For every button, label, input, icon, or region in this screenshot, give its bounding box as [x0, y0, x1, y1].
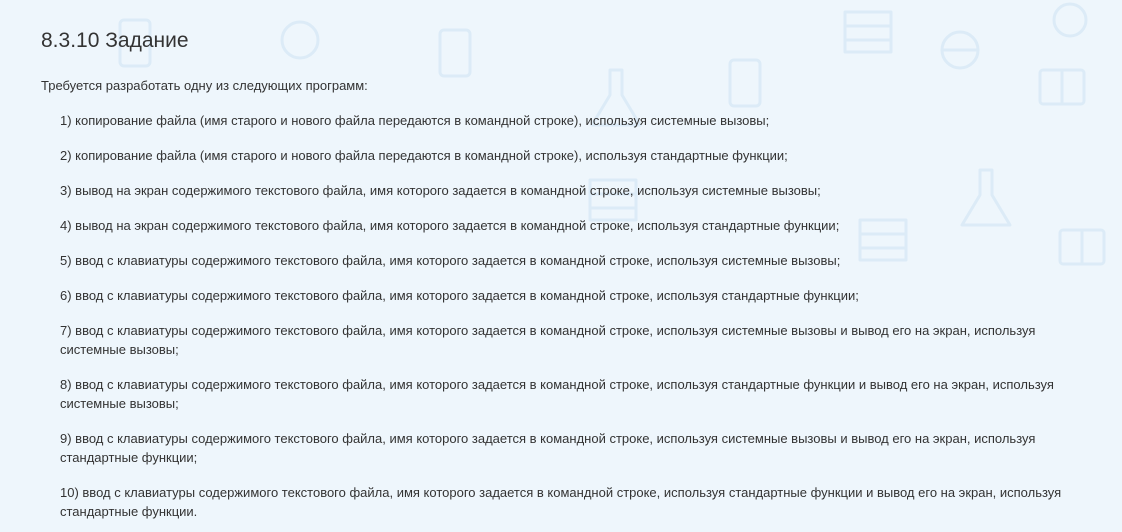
- page-title: 8.3.10 Задание: [41, 29, 189, 52]
- task-item: 4) вывод на экран содержимого текстового…: [60, 218, 840, 233]
- task-item: 3) вывод на экран содержимого текстового…: [60, 183, 821, 198]
- intro-text: Требуется разработать одну из следующих …: [41, 78, 368, 93]
- task-item: 6) ввод с клавиатуры содержимого текстов…: [60, 288, 859, 303]
- task-item: 1) копирование файла (имя старого и ново…: [60, 113, 770, 128]
- task-item: 7) ввод с клавиатуры содержимого текстов…: [60, 323, 1036, 357]
- task-list: 1) копирование файла (имя старого и ново…: [41, 111, 1101, 521]
- task-item: 8) ввод с клавиатуры содержимого текстов…: [60, 377, 1054, 411]
- task-item: 2) копирование файла (имя старого и ново…: [60, 148, 788, 163]
- task-item: 9) ввод с клавиатуры содержимого текстов…: [60, 431, 1036, 465]
- document-content: 8.3.10 Задание Требуется разработать одн…: [0, 0, 1101, 521]
- task-item: 5) ввод с клавиатуры содержимого текстов…: [60, 253, 841, 268]
- task-item: 10) ввод с клавиатуры содержимого тексто…: [60, 485, 1062, 519]
